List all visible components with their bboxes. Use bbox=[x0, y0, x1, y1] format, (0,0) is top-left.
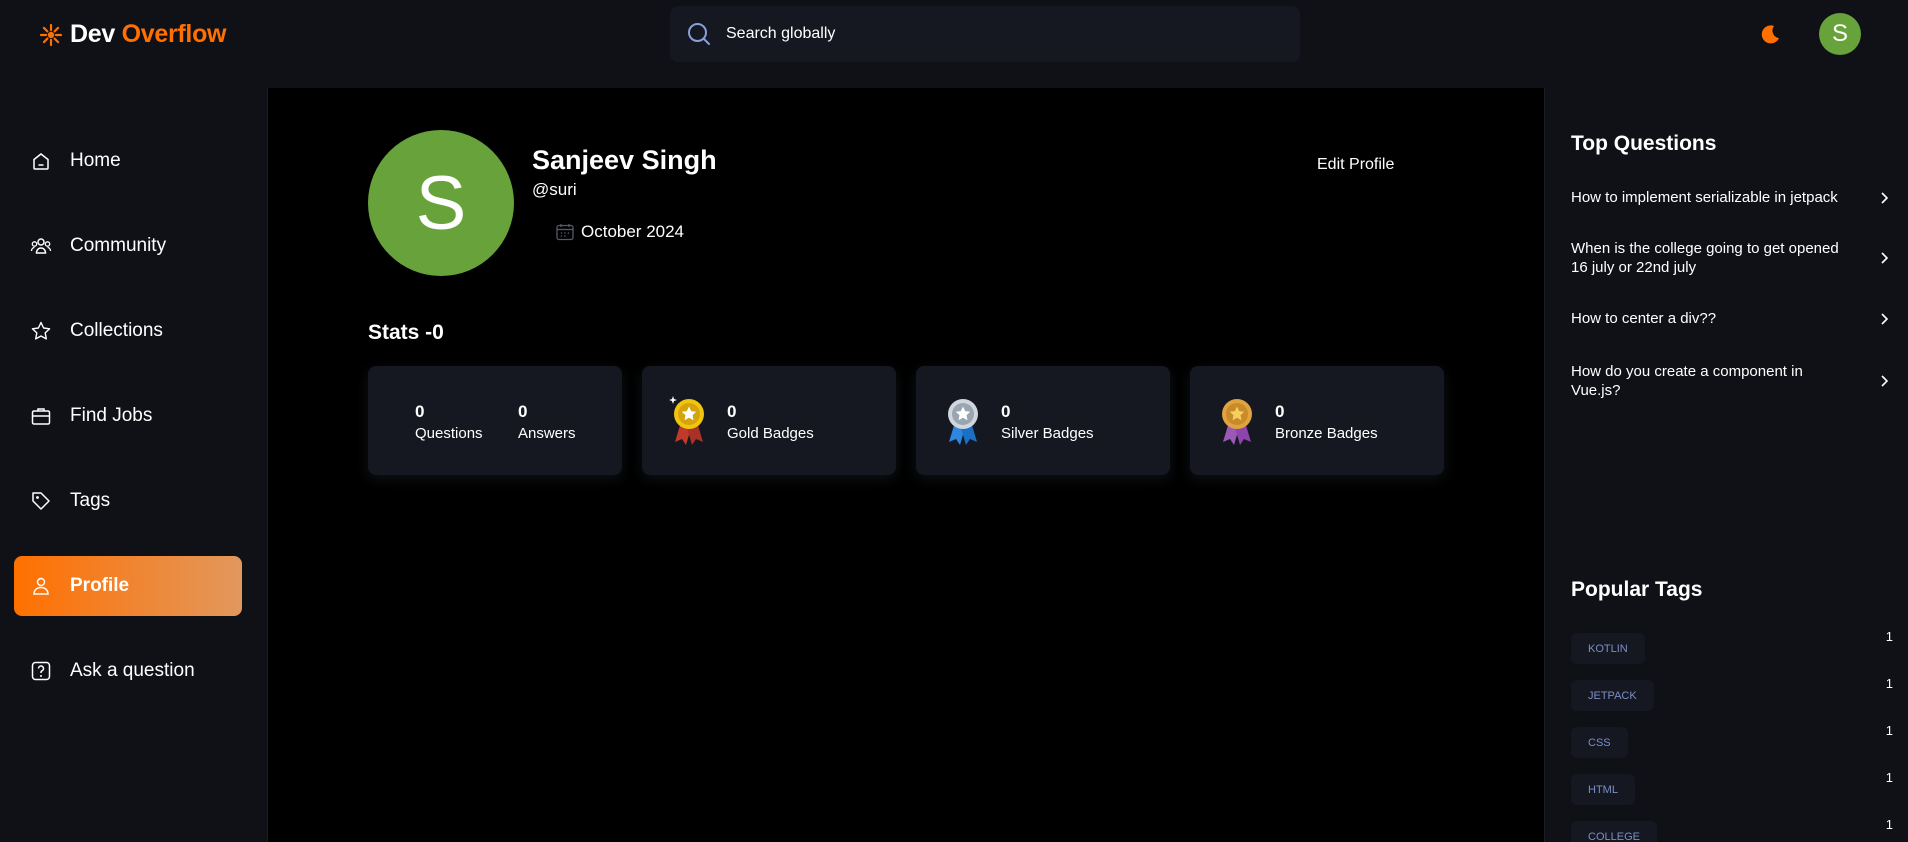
top-questions-title: Top Questions bbox=[1571, 132, 1717, 155]
silver-medal-icon bbox=[948, 399, 978, 445]
chevron-right-icon bbox=[1881, 191, 1889, 204]
silver-badges-label: Silver Badges bbox=[1001, 425, 1094, 442]
silver-badges-stat: 0 Silver Badges bbox=[1001, 402, 1094, 442]
search-input[interactable]: Search globally bbox=[726, 25, 835, 43]
right-sidebar: Top Questions How to implement serializa… bbox=[1544, 88, 1908, 842]
questions-label: Questions bbox=[415, 425, 483, 442]
questions-stat: 0 Questions bbox=[415, 402, 483, 442]
sidebar-item-label: Home bbox=[70, 150, 121, 171]
top-navbar: Dev Overflow Search globally S bbox=[0, 0, 1908, 88]
moon-icon bbox=[1761, 25, 1779, 44]
tag-row: HTML 1 bbox=[1571, 770, 1893, 805]
briefcase-icon bbox=[30, 405, 52, 427]
theme-toggle[interactable] bbox=[1756, 20, 1784, 48]
top-question-item[interactable]: How do you create a component in Vue.js? bbox=[1571, 362, 1891, 400]
brand-name: Dev Overflow bbox=[70, 20, 227, 49]
gold-badges-stat: 0 Gold Badges bbox=[727, 402, 814, 442]
profile-joined: October 2024 bbox=[555, 222, 684, 242]
profile-username: @suri bbox=[532, 180, 577, 199]
global-search[interactable]: Search globally bbox=[670, 6, 1300, 62]
tag-row: COLLEGE 1 bbox=[1571, 817, 1893, 842]
silver-badges-card: 0 Silver Badges bbox=[916, 366, 1170, 475]
chevron-right-icon bbox=[1881, 375, 1889, 387]
tag-row: KOTLIN 1 bbox=[1571, 629, 1893, 664]
popular-tags-title: Popular Tags bbox=[1571, 578, 1703, 601]
top-question-text: When is the college going to get opened … bbox=[1571, 240, 1839, 276]
profile-avatar: S bbox=[368, 130, 514, 276]
tag-count: 1 bbox=[1885, 629, 1893, 644]
sidebar-item-ask-question[interactable]: Ask a question bbox=[14, 641, 242, 701]
sidebar-item-tags[interactable]: Tags bbox=[14, 471, 242, 531]
tag-row: JETPACK 1 bbox=[1571, 676, 1893, 711]
users-icon bbox=[30, 235, 52, 257]
tag-icon bbox=[30, 490, 52, 512]
brand-second: Overflow bbox=[121, 20, 227, 48]
top-question-item[interactable]: How to center a div?? bbox=[1571, 309, 1891, 328]
sidebar-item-collections[interactable]: Collections bbox=[14, 301, 242, 361]
silver-badges-count: 0 bbox=[1001, 402, 1011, 421]
bronze-badges-stat: 0 Bronze Badges bbox=[1275, 402, 1378, 442]
logo-sun-icon bbox=[39, 23, 63, 46]
tag-count: 1 bbox=[1885, 817, 1893, 832]
left-sidebar: Home Community Collections Find Jobs Tag… bbox=[0, 88, 268, 842]
star-icon bbox=[30, 320, 52, 342]
sidebar-item-label: Tags bbox=[70, 490, 111, 511]
question-icon bbox=[30, 660, 52, 682]
tag-badge[interactable]: JETPACK bbox=[1571, 680, 1654, 711]
tag-badge[interactable]: CSS bbox=[1571, 727, 1628, 758]
answers-count: 0 bbox=[518, 402, 528, 421]
sidebar-item-label: Profile bbox=[70, 575, 130, 596]
tag-count: 1 bbox=[1885, 723, 1893, 738]
top-question-item[interactable]: When is the college going to get opened … bbox=[1571, 239, 1891, 277]
tag-badge[interactable]: KOTLIN bbox=[1571, 633, 1645, 664]
sidebar-item-home[interactable]: Home bbox=[14, 131, 242, 191]
top-question-text: How do you create a component in Vue.js? bbox=[1571, 363, 1803, 399]
home-icon bbox=[30, 150, 52, 172]
gold-badges-card: 0 Gold Badges bbox=[642, 366, 896, 475]
bronze-badges-label: Bronze Badges bbox=[1275, 425, 1378, 442]
brand-first: Dev bbox=[70, 20, 115, 48]
profile-name: Sanjeev Singh bbox=[532, 145, 717, 175]
user-icon bbox=[30, 575, 52, 597]
profile-main: S Sanjeev Singh @suri October 2024 Edit … bbox=[269, 88, 1544, 842]
answers-label: Answers bbox=[518, 425, 576, 442]
joined-date: October 2024 bbox=[581, 222, 685, 241]
sidebar-item-label: Find Jobs bbox=[70, 405, 153, 426]
gold-medal-icon bbox=[669, 396, 704, 445]
calendar-icon bbox=[556, 224, 574, 241]
chevron-right-icon bbox=[1881, 312, 1889, 325]
top-question-text: How to implement serializable in jetpack bbox=[1571, 189, 1838, 206]
brand-logo[interactable]: Dev Overflow bbox=[38, 20, 227, 49]
edit-profile-button[interactable]: Edit Profile bbox=[1317, 156, 1394, 174]
tag-count: 1 bbox=[1885, 676, 1893, 691]
bronze-badges-card: 0 Bronze Badges bbox=[1190, 366, 1444, 475]
chevron-right-icon bbox=[1881, 252, 1889, 264]
gold-badges-label: Gold Badges bbox=[727, 425, 814, 442]
bronze-medal-icon bbox=[1222, 399, 1252, 445]
sidebar-item-community[interactable]: Community bbox=[14, 216, 242, 276]
sidebar-item-profile[interactable]: Profile bbox=[14, 556, 242, 616]
questions-count: 0 bbox=[415, 402, 425, 421]
bronze-badges-count: 0 bbox=[1275, 402, 1285, 421]
qa-stats-card: 0 Questions 0 Answers bbox=[368, 366, 622, 475]
stats-title: Stats -0 bbox=[368, 321, 444, 344]
user-avatar[interactable]: S bbox=[1819, 13, 1861, 55]
sidebar-item-label: Collections bbox=[70, 320, 163, 341]
search-icon bbox=[688, 23, 710, 45]
gold-badges-count: 0 bbox=[727, 402, 737, 421]
sidebar-item-label: Ask a question bbox=[70, 660, 195, 681]
top-question-text: How to center a div?? bbox=[1571, 310, 1717, 327]
tag-count: 1 bbox=[1885, 770, 1893, 785]
tag-badge[interactable]: COLLEGE bbox=[1571, 821, 1657, 842]
sidebar-item-label: Community bbox=[70, 235, 167, 256]
tag-badge[interactable]: HTML bbox=[1571, 774, 1635, 805]
answers-stat: 0 Answers bbox=[518, 402, 576, 442]
tag-row: CSS 1 bbox=[1571, 723, 1893, 758]
top-question-item[interactable]: How to implement serializable in jetpack bbox=[1571, 188, 1891, 207]
sidebar-item-find-jobs[interactable]: Find Jobs bbox=[14, 386, 242, 446]
